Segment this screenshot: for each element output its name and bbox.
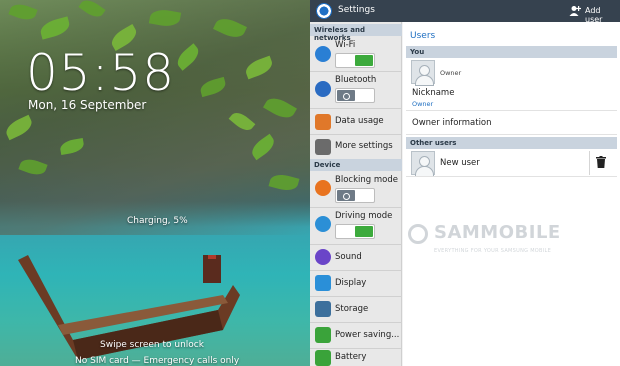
sidebar-item-label: Blocking mode xyxy=(335,175,398,185)
driving-mode-icon xyxy=(315,216,331,232)
swipe-hint: Swipe screen to unlock xyxy=(100,340,204,350)
action-bar-title: Settings xyxy=(338,5,375,15)
sidebar-item-label: Sound xyxy=(335,252,362,262)
lock-time: 05:58 xyxy=(26,44,176,102)
sidebar-item-driving-mode[interactable]: Driving mode xyxy=(310,208,402,244)
page-title: Users xyxy=(410,31,436,41)
battery-icon xyxy=(315,350,331,366)
add-user-icon[interactable] xyxy=(569,5,581,17)
sidebar-item-label: Storage xyxy=(335,304,369,314)
sidebar-item-more-settings[interactable]: More settings xyxy=(310,135,402,159)
sidebar-item-data-usage[interactable]: Data usage xyxy=(310,110,402,134)
nickname-label: Nickname xyxy=(412,88,455,98)
storage-icon xyxy=(315,301,331,317)
blocking-mode-toggle[interactable] xyxy=(335,188,375,203)
new-user-avatar xyxy=(411,151,435,177)
sidebar-item-bluetooth[interactable]: Bluetooth xyxy=(310,72,402,110)
users-pane: Users You Owner Nickname Owner Owner inf… xyxy=(403,22,620,366)
charging-status: Charging, 5% xyxy=(127,216,188,226)
settings-sidebar: Wireless and networks Wi-Fi Bluetooth Da… xyxy=(310,22,402,366)
trash-icon[interactable] xyxy=(596,156,606,168)
owner-avatar[interactable] xyxy=(411,60,435,86)
data-usage-icon xyxy=(315,114,331,130)
new-user-label: New user xyxy=(440,158,480,168)
settings-app: Settings Add user Wireless and networks … xyxy=(310,0,620,366)
action-bar: Settings Add user xyxy=(310,0,620,24)
lock-screen[interactable]: 05:58 Mon, 16 September Charging, 5% Swi… xyxy=(0,0,310,366)
sidebar-item-label: More settings xyxy=(335,141,393,151)
sidebar-item-storage[interactable]: Storage xyxy=(310,297,402,322)
watermark-text: SAMMOBILE xyxy=(434,222,561,243)
sidebar-item-sound[interactable]: Sound xyxy=(310,245,402,270)
settings-gear-icon[interactable] xyxy=(316,3,332,19)
sound-icon xyxy=(315,249,331,265)
sammobile-logo-icon xyxy=(408,224,428,244)
more-settings-icon xyxy=(315,139,331,155)
sidebar-item-display[interactable]: Display xyxy=(310,271,402,296)
section-header-you: You xyxy=(406,46,617,58)
sidebar-item-label: Wi-Fi xyxy=(335,40,356,50)
sidebar-item-power-saving[interactable]: Power saving... xyxy=(310,323,402,348)
sammobile-watermark: SAMMOBILE EVERYTHING FOR YOUR SAMSUNG MO… xyxy=(408,222,618,262)
sidebar-item-label: Battery xyxy=(335,352,367,362)
watermark-tagline: EVERYTHING FOR YOUR SAMSUNG MOBILE xyxy=(434,248,552,254)
section-header-other-users: Other users xyxy=(406,137,617,149)
sidebar-item-label: Data usage xyxy=(335,116,384,126)
owner-label: Owner xyxy=(440,69,462,77)
bluetooth-toggle[interactable] xyxy=(335,88,375,103)
section-header-device: Device xyxy=(310,159,402,171)
sim-status: No SIM card — Emergency calls only xyxy=(75,356,240,366)
nickname-value: Owner xyxy=(412,100,434,108)
sidebar-item-label: Display xyxy=(335,278,367,288)
display-icon xyxy=(315,275,331,291)
driving-mode-toggle[interactable] xyxy=(335,224,375,239)
sidebar-item-blocking-mode[interactable]: Blocking mode xyxy=(310,172,402,208)
section-header-wireless: Wireless and networks xyxy=(310,24,402,42)
wifi-toggle[interactable] xyxy=(335,53,375,68)
sidebar-item-label: Bluetooth xyxy=(335,75,377,85)
owner-information-item[interactable]: Owner information xyxy=(412,118,492,128)
sidebar-item-battery[interactable]: Battery xyxy=(310,349,402,366)
sidebar-item-label: Driving mode xyxy=(335,211,393,221)
lock-date: Mon, 16 September xyxy=(28,98,147,112)
power-saving-icon xyxy=(315,327,331,343)
wifi-icon xyxy=(315,46,331,62)
blocking-mode-icon xyxy=(315,180,331,196)
sidebar-item-label: Power saving... xyxy=(335,330,400,340)
bluetooth-icon xyxy=(315,81,331,97)
